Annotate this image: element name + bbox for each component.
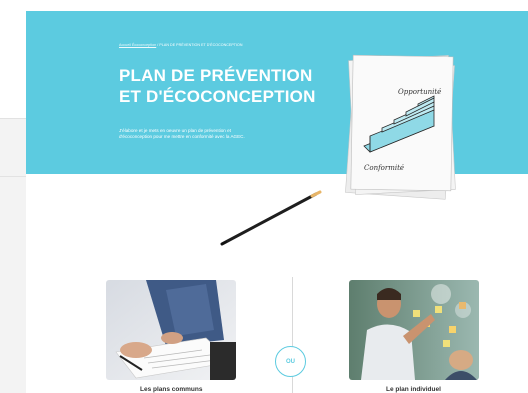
plan-individuel-card-image[interactable] — [349, 280, 479, 380]
team-meeting-photo — [349, 280, 479, 380]
plans-communs-label[interactable]: Les plans communs — [140, 386, 203, 393]
left-panel-divider — [0, 176, 26, 177]
paper-bottom-label: Conformité — [364, 164, 404, 172]
page-title-line-2: ET D'ÉCOCONCEPTION — [119, 87, 316, 106]
page-title-line-1: PLAN DE PRÉVENTION — [119, 66, 313, 85]
plan-individuel-label[interactable]: Le plan individuel — [386, 386, 441, 393]
or-separator-badge: OU — [275, 346, 306, 377]
breadcrumb-current: PLAN DE PRÉVENTION ET D'ÉCOCONCEPTION — [159, 43, 243, 47]
breadcrumb: Accueil Écoconception / PLAN DE PRÉVENTI… — [119, 43, 243, 47]
left-panel-top — [0, 0, 26, 118]
page-title: PLAN DE PRÉVENTION ET D'ÉCOCONCEPTION — [119, 65, 339, 107]
or-separator-label: OU — [286, 358, 295, 365]
page-main: Accueil Écoconception / PLAN DE PRÉVENTI… — [26, 0, 528, 393]
paper-top-label: Opportunité — [398, 88, 441, 96]
left-panel-divider — [0, 118, 26, 119]
contract-signing-photo — [106, 280, 236, 380]
documents-stairs-illustration: Opportunité Conformité — [345, 54, 456, 200]
breadcrumb-link-home[interactable]: Accueil Écoconception — [119, 43, 156, 47]
pencil-icon — [220, 190, 322, 246]
plans-communs-card-image[interactable] — [106, 280, 236, 380]
left-side-panel — [0, 0, 26, 393]
hero-description: J'élabore et je mets en oeuvre un plan d… — [119, 128, 245, 140]
